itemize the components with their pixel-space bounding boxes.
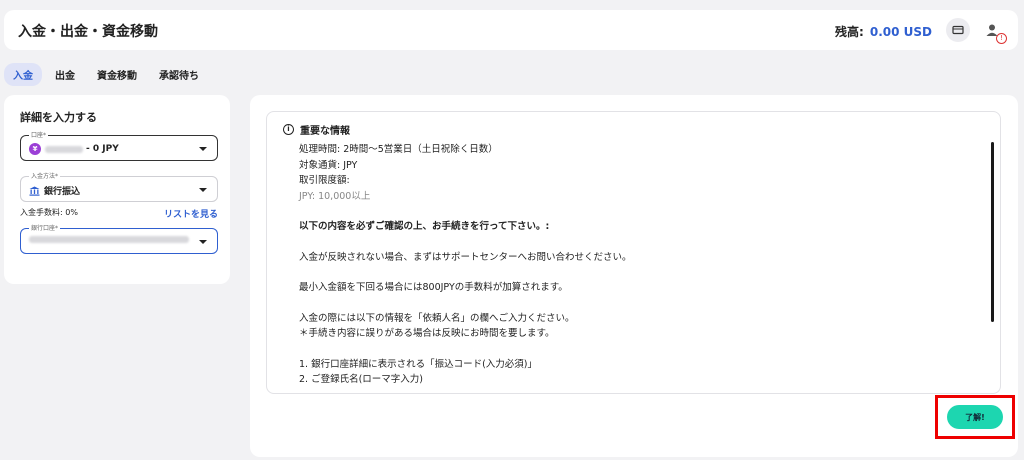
info-line: 処理時間: 2時間〜5営業日（土日祝除く日数） — [299, 144, 498, 155]
info-line: 取引限度額: — [299, 175, 350, 186]
top-header: 入金・出金・資金移動 残高: 0.00 USD ! — [4, 10, 1018, 50]
info-line: ＊手続き内容に誤りがある場合は反映にお時間を要します。 — [299, 328, 555, 339]
tab-deposit[interactable]: 入金 — [4, 63, 42, 86]
info-line: 対象通貨: JPY — [299, 159, 358, 171]
notice-card: i 重要な情報 処理時間: 2時間〜5営業日（土日祝除く日数） 対象通貨: JP… — [250, 95, 1018, 457]
page-title: 入金・出金・資金移動 — [18, 24, 158, 40]
tab-bar: 入金 出金 資金移動 承認待ち — [4, 63, 208, 86]
tab-pending[interactable]: 承認待ち — [150, 63, 208, 86]
redacted-bank-account — [29, 236, 189, 243]
wallet-button[interactable] — [946, 18, 970, 42]
alert-icon: ! — [996, 33, 1007, 44]
info-body: 処理時間: 2時間〜5営業日（土日祝除く日数） 対象通貨: JPY 取引限度額:… — [299, 142, 979, 388]
ok-button[interactable]: 了解! — [947, 405, 1003, 429]
yen-coin-icon: ¥ — [29, 143, 41, 155]
fee-row: 入金手数料: 0% リストを見る — [20, 207, 218, 220]
bank-icon — [29, 186, 40, 196]
form-title: 詳細を入力する — [20, 111, 97, 124]
info-icon: i — [283, 124, 294, 135]
info-heading: i 重要な情報 — [283, 122, 350, 137]
info-line: 入金の際には以下の情報を「依頼人名」の欄へご入力ください。 — [299, 312, 575, 324]
bank-account-select[interactable]: 銀行口座* — [20, 223, 218, 254]
account-value: - 0 JPY — [86, 144, 119, 154]
chevron-down-icon — [199, 188, 207, 192]
tab-withdraw[interactable]: 出金 — [46, 63, 84, 86]
method-label: 入金方法* — [29, 171, 61, 180]
important-info-panel[interactable]: i 重要な情報 処理時間: 2時間〜5営業日（土日祝除く日数） 対象通貨: JP… — [266, 111, 1001, 394]
info-line: JPY: 10,000以上 — [299, 190, 371, 202]
chevron-down-icon — [199, 147, 207, 151]
wallet-icon — [952, 25, 964, 35]
tab-transfer[interactable]: 資金移動 — [88, 63, 146, 86]
balance-value: 0.00 USD — [869, 25, 932, 39]
view-list-link[interactable]: リストを見る — [164, 207, 218, 220]
account-label: 口座* — [29, 130, 49, 139]
chevron-down-icon — [199, 240, 207, 244]
info-title: 重要な情報 — [300, 126, 350, 137]
balance-display: 残高: 0.00 USD — [835, 23, 932, 40]
redacted-account — [45, 145, 83, 153]
method-value: 銀行振込 — [44, 187, 81, 197]
deposit-fee: 入金手数料: 0% — [20, 208, 78, 217]
info-line: 2. ご登録氏名(ローマ字入力) — [299, 374, 423, 385]
user-menu-button[interactable]: ! — [980, 18, 1007, 44]
deposit-method-select[interactable]: 入金方法* 銀行振込 — [20, 171, 218, 202]
deposit-form-card: 詳細を入力する 口座* ¥ - 0 JPY 入金方法* 銀行振込 入金手数料: … — [4, 95, 230, 284]
scrollbar[interactable] — [991, 142, 994, 322]
account-select[interactable]: 口座* ¥ - 0 JPY — [20, 130, 218, 161]
info-line: 最小入金額を下回る場合には800JPYの手数料が加算されます。 — [299, 282, 568, 293]
info-line: 1. 銀行口座詳細に表示される「振込コード(入力必須)」 — [299, 358, 537, 370]
info-line: 以下の内容を必ずご確認の上、お手続きを行って下さい。: — [299, 221, 550, 232]
bank-account-label: 銀行口座* — [29, 223, 61, 232]
balance-label: 残高: — [835, 25, 864, 39]
info-line: 入金が反映されない場合、まずはサポートセンターへお問い合わせください。 — [299, 251, 632, 263]
